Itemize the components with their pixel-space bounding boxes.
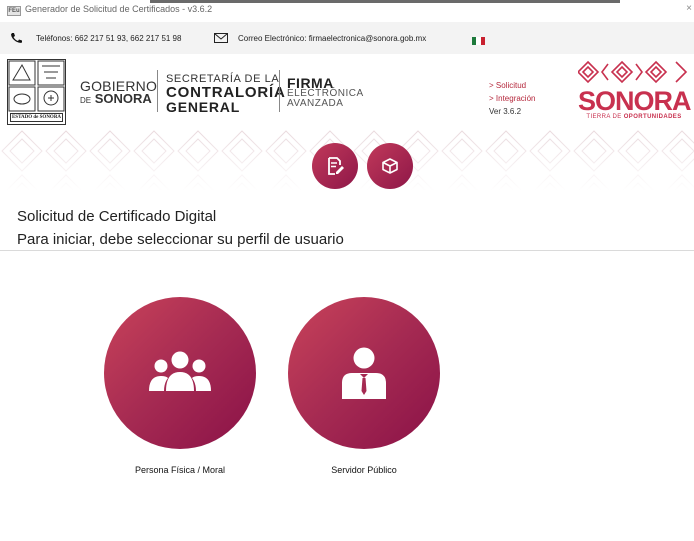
brand-wordmark: SONORA xyxy=(578,86,692,116)
phone-icon xyxy=(11,33,22,43)
gobierno-sonora-label: DE SONORA xyxy=(80,91,152,106)
phone-numbers: Teléfonos: 662 217 51 93, 662 217 51 98 xyxy=(36,33,182,43)
gobierno-de: DE xyxy=(80,96,92,105)
brand-tagline: TIERRA DE OPORTUNIDADES xyxy=(578,114,690,120)
version-label: Ver 3.6.2 xyxy=(489,107,522,116)
header-divider xyxy=(157,70,158,112)
profile-label: Persona Física / Moral xyxy=(134,465,226,475)
phone-contact: Teléfonos: 662 217 51 93, 662 217 51 98 xyxy=(10,33,181,43)
group-users-icon xyxy=(149,351,211,391)
integration-button[interactable] xyxy=(367,143,413,189)
sonora-coat-of-arms-logo: ESTADO de SONORA xyxy=(7,59,66,125)
profile-persona-fisica-moral-button[interactable] xyxy=(104,297,256,449)
brand-tagline-emphasis: OPORTUNIDADES xyxy=(623,114,682,120)
contact-bar: Teléfonos: 662 217 51 93, 662 217 51 98 … xyxy=(0,22,694,54)
header-links: > Solicitud > Integración Ver 3.6.2 xyxy=(489,79,535,118)
sonora-brand-logo: SONORA TIERRA DE OPORTUNIDADES xyxy=(578,58,692,122)
close-window-button[interactable]: × xyxy=(686,3,692,14)
profile-label: Servidor Público xyxy=(331,465,397,475)
mexico-flag-icon xyxy=(472,37,485,45)
edit-document-button[interactable] xyxy=(312,143,358,189)
site-header: ESTADO de SONORA GOBIERNO DE SONORA SECR… xyxy=(0,54,694,129)
link-solicitud[interactable]: > Solicitud xyxy=(489,79,535,92)
titlebar-accent-line xyxy=(150,0,620,3)
profile-servidor-publico-button[interactable] xyxy=(288,297,440,449)
brand-tagline-part: TIERRA DE xyxy=(586,114,622,120)
user-suit-icon xyxy=(342,347,386,399)
page-title: Solicitud de Certificado Digital xyxy=(17,208,217,225)
email-address: Correo Electrónico: firmaelectronica@son… xyxy=(238,33,427,43)
link-integracion[interactable]: > Integración xyxy=(489,92,535,105)
page-subtitle: Para iniciar, debe seleccionar su perfil… xyxy=(17,231,344,248)
cube-icon xyxy=(382,158,398,174)
general-label: GENERAL xyxy=(166,99,241,115)
avanzada-label: AVANZADA xyxy=(287,98,344,109)
email-contact: Correo Electrónico: firmaelectronica@son… xyxy=(214,33,426,43)
window-title: Generador de Solicitud de Certificados -… xyxy=(25,4,213,14)
section-divider xyxy=(0,250,694,251)
header-divider xyxy=(279,70,280,112)
window-titlebar: FEu Generador de Solicitud de Certificad… xyxy=(0,0,694,22)
seal-ribbon: ESTADO de SONORA xyxy=(10,113,63,122)
gobierno-sonora: SONORA xyxy=(94,91,152,106)
app-icon: FEu xyxy=(7,6,21,16)
document-edit-icon xyxy=(328,157,344,175)
mail-icon xyxy=(214,33,228,43)
